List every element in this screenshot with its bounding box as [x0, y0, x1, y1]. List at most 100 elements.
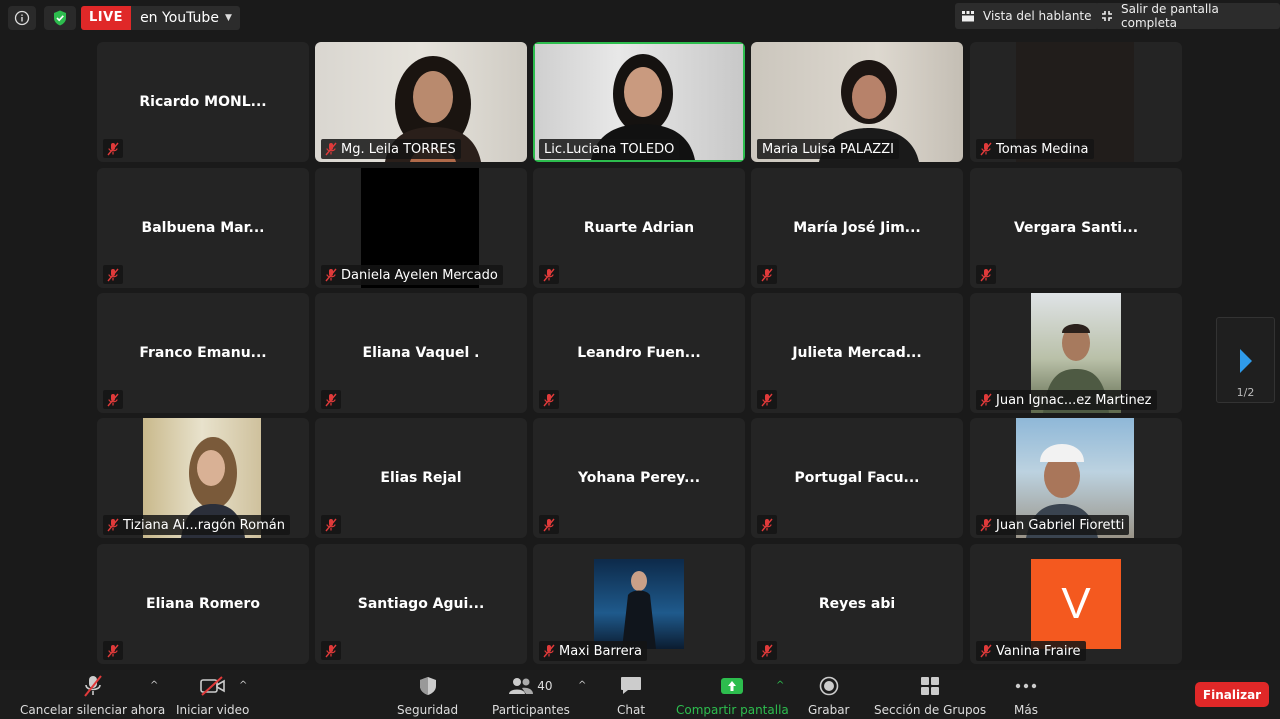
start-video-label: Iniciar video [176, 703, 250, 717]
participant-tile[interactable]: Maxi Barrera [533, 544, 745, 664]
participant-label: Vanina Fraire [976, 641, 1086, 661]
participant-tile[interactable]: Elias Rejal [315, 418, 527, 538]
participant-tile[interactable]: Mg. Leila TORRES [315, 42, 527, 162]
participant-tile[interactable]: Balbuena Mar... [97, 168, 309, 288]
participant-name: Santiago Agui... [357, 596, 485, 612]
participants-count: 40 [537, 679, 553, 693]
audio-options-chevron-icon[interactable]: ^ [150, 680, 158, 691]
record-icon [819, 674, 839, 698]
participant-tile[interactable]: Eliana Vaquel . [315, 293, 527, 413]
participant-tile[interactable]: Reyes abi [751, 544, 963, 664]
muted-mic-icon [976, 516, 996, 535]
participant-tile[interactable]: Tomas Medina [970, 42, 1182, 162]
muted-mic-icon [976, 265, 996, 284]
exit-fullscreen-label: Salir de pantalla completa [1121, 2, 1219, 30]
muted-mic-icon [103, 641, 123, 660]
participant-tile[interactable]: Julieta Mercad... [751, 293, 963, 413]
video-off-icon [199, 674, 226, 698]
participant-avatar-photo [594, 559, 684, 649]
chat-button[interactable]: Chat [617, 674, 645, 717]
record-button[interactable]: Grabar [808, 674, 850, 717]
participant-label: Lic.Luciana TOLEDO [539, 139, 680, 159]
participant-name: Tiziana Ai...ragón Román [123, 517, 285, 533]
participant-name: Daniela Ayelen Mercado [341, 267, 498, 283]
participant-tile[interactable]: Santiago Agui... [315, 544, 527, 664]
unmute-label: Cancelar silenciar ahora [20, 703, 166, 717]
live-stream-dropdown[interactable]: LIVE en YouTube ▼ [81, 6, 240, 30]
video-options-chevron-icon[interactable]: ^ [239, 680, 247, 691]
breakout-rooms-button[interactable]: Sección de Grupos [874, 674, 986, 717]
more-button[interactable]: Más [1014, 674, 1038, 717]
participant-label: Daniela Ayelen Mercado [321, 265, 503, 285]
participant-tile[interactable]: Portugal Facu... [751, 418, 963, 538]
participant-tile[interactable]: Ruarte Adrian [533, 168, 745, 288]
chevron-right-icon [1239, 348, 1253, 378]
participant-name: Ruarte Adrian [583, 220, 695, 236]
participant-tile[interactable]: Yohana Perey... [533, 418, 745, 538]
participant-name: Juan Gabriel Fioretti [996, 517, 1125, 533]
participant-tile[interactable]: Juan Gabriel Fioretti [970, 418, 1182, 538]
unmute-button[interactable]: Cancelar silenciar ahora [20, 674, 165, 717]
share-options-chevron-icon[interactable]: ^ [776, 680, 784, 691]
participant-name: Juan Ignac...ez Martinez [996, 392, 1152, 408]
end-meeting-button[interactable]: Finalizar [1195, 682, 1269, 707]
live-badge: LIVE [81, 6, 132, 30]
participants-options-chevron-icon[interactable]: ^ [578, 680, 586, 691]
participant-name: Reyes abi [818, 596, 896, 612]
share-screen-button[interactable]: Compartir pantalla [676, 674, 789, 717]
speaker-view-button[interactable]: Vista del hablante [955, 3, 1099, 29]
record-label: Grabar [808, 703, 850, 717]
participants-button[interactable]: 40 Participantes [492, 674, 570, 717]
participant-tile[interactable]: María José Jim... [751, 168, 963, 288]
share-screen-label: Compartir pantalla [676, 703, 789, 717]
participant-tile[interactable]: Juan Ignac...ez Martinez [970, 293, 1182, 413]
security-shield-icon [419, 674, 437, 698]
participant-tile[interactable]: Leandro Fuen... [533, 293, 745, 413]
participant-name: Yohana Perey... [577, 470, 701, 486]
muted-mic-icon [82, 674, 104, 698]
participants-icon-wrap: 40 [509, 674, 553, 698]
chat-label: Chat [617, 703, 646, 717]
participant-tile[interactable]: Ricardo MONL... [97, 42, 309, 162]
muted-mic-icon [757, 265, 777, 284]
participant-name: Leandro Fuen... [577, 345, 701, 361]
participant-tile[interactable]: V Vanina Fraire [970, 544, 1182, 664]
participant-name: Elias Rejal [380, 470, 462, 486]
participant-tile[interactable]: Eliana Romero [97, 544, 309, 664]
participant-tile-active-speaker[interactable]: Lic.Luciana TOLEDO [533, 42, 745, 162]
muted-mic-icon [103, 516, 123, 535]
participant-tile[interactable]: Franco Emanu... [97, 293, 309, 413]
muted-mic-icon [321, 266, 341, 285]
participant-name: Maria Luisa PALAZZI [762, 141, 894, 157]
participant-label: Juan Ignac...ez Martinez [976, 390, 1157, 410]
muted-mic-icon [539, 390, 559, 409]
participant-tile[interactable]: Maria Luisa PALAZZI [751, 42, 963, 162]
participant-name: Julieta Mercad... [792, 345, 922, 361]
speaker-view-icon [961, 10, 975, 22]
participant-name: Tomas Medina [996, 141, 1089, 157]
muted-mic-icon [757, 390, 777, 409]
info-icon[interactable] [8, 6, 36, 30]
participant-label: Tomas Medina [976, 139, 1094, 159]
participant-name: Mg. Leila TORRES [341, 141, 456, 157]
next-page-button[interactable]: 1/2 [1216, 317, 1275, 403]
breakout-rooms-label: Sección de Grupos [874, 703, 987, 717]
exit-fullscreen-button[interactable]: Salir de pantalla completa [1095, 2, 1280, 30]
top-bar: LIVE en YouTube ▼ Vista del hablante Sal… [0, 0, 1280, 36]
page-indicator: 1/2 [1236, 386, 1255, 399]
participant-tile[interactable]: Vergara Santi... [970, 168, 1182, 288]
share-screen-icon [720, 674, 744, 698]
security-button[interactable]: Seguridad [397, 674, 458, 717]
participant-tile[interactable]: Daniela Ayelen Mercado [315, 168, 527, 288]
participant-name: Maxi Barrera [559, 643, 642, 659]
muted-mic-icon [976, 642, 996, 661]
participant-name: Portugal Facu... [794, 470, 920, 486]
encryption-shield-icon[interactable] [44, 6, 76, 30]
participant-tile[interactable]: Tiziana Ai...ragón Román [97, 418, 309, 538]
live-target-label: en YouTube [140, 10, 219, 26]
muted-mic-icon [976, 140, 996, 159]
speaker-view-label: Vista del hablante [983, 9, 1092, 23]
muted-mic-icon [321, 140, 341, 159]
muted-mic-icon [321, 515, 341, 534]
security-label: Seguridad [397, 703, 459, 717]
